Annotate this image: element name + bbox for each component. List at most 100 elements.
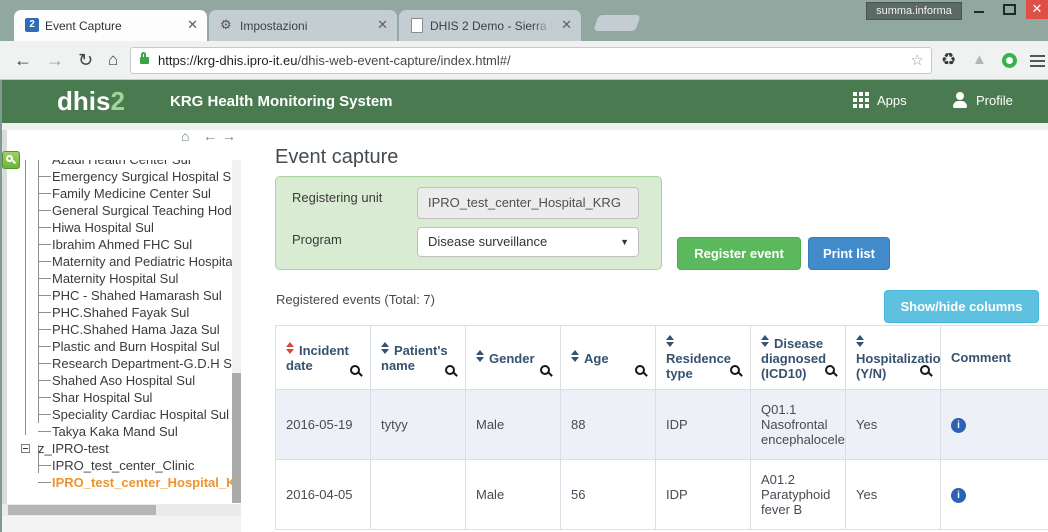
tab-impostazioni[interactable]: ⚙ Impostazioni ✕	[209, 10, 397, 41]
org-unit-tree-item[interactable]: PHC - Shahed Hamarash Sul	[8, 287, 232, 304]
cell-hospitalization-yn: Yes	[846, 390, 941, 460]
org-unit-tree-item[interactable]: Azadi Health Center Sul	[8, 160, 232, 168]
tab-dhis2-demo[interactable]: DHIS 2 Demo - Sierra Leo ✕	[399, 10, 581, 41]
tree-forward-icon[interactable]: →	[222, 128, 236, 144]
back-icon[interactable]: ←	[14, 49, 32, 71]
tab-label: Impostazioni	[240, 19, 370, 33]
page-icon	[411, 18, 423, 33]
info-icon[interactable]	[951, 418, 966, 433]
apps-menu[interactable]: Apps	[853, 92, 907, 108]
column-header-age[interactable]: Age	[561, 326, 656, 390]
sort-icon[interactable]	[476, 350, 484, 362]
window-close-button[interactable]: ✕	[1026, 0, 1048, 19]
tab-close-icon[interactable]: ✕	[377, 18, 388, 31]
org-unit-tree-item[interactable]: IPRO_test_center_Hospital_KRG	[8, 474, 232, 491]
column-search-icon[interactable]	[730, 365, 740, 375]
column-header-gender[interactable]: Gender	[466, 326, 561, 390]
table-row[interactable]: 2016-04-05Male56IDPA01.2 Paratyphoid fev…	[276, 460, 1048, 530]
column-search-icon[interactable]	[825, 365, 835, 375]
org-unit-tree-item[interactable]: PHC.Shahed Hama Jaza Sul	[8, 321, 232, 338]
column-header-hospitalization-yn[interactable]: Hospitalization (Y/N)	[846, 326, 941, 390]
tree-item-label: Hiwa Hospital Sul	[52, 220, 154, 235]
column-search-icon[interactable]	[635, 365, 645, 375]
tree-item-label: Maternity Hospital Sul	[52, 271, 178, 286]
sort-icon[interactable]	[761, 335, 769, 347]
org-unit-tree-item[interactable]: Maternity Hospital Sul	[8, 270, 232, 287]
print-list-button[interactable]: Print list	[808, 237, 890, 270]
extension-green-ring-icon[interactable]	[1002, 53, 1017, 68]
tab-close-icon[interactable]: ✕	[561, 18, 572, 31]
column-search-icon[interactable]	[445, 365, 455, 375]
org-unit-tree-item[interactable]: General Surgical Teaching Hodpi	[8, 202, 232, 219]
org-unit-tree-item[interactable]: Emergency Surgical Hospital Sul	[8, 168, 232, 185]
tree-item-label: Family Medicine Center Sul	[52, 186, 211, 201]
address-bar[interactable]: https://krg-dhis.ipro-it.eu/dhis-web-eve…	[130, 47, 932, 74]
program-select[interactable]: Disease surveillance ▼	[417, 227, 639, 257]
info-icon[interactable]	[951, 488, 966, 503]
tree-item-label: PHC.Shahed Fayak Sul	[52, 305, 189, 320]
org-unit-tree-item[interactable]: Shar Hospital Sul	[8, 389, 232, 406]
tree-home-icon[interactable]: ⌂	[181, 128, 189, 144]
browser-menu-icon[interactable]	[1030, 55, 1045, 57]
url-text[interactable]: https://krg-dhis.ipro-it.eu/dhis-web-eve…	[158, 53, 511, 68]
column-header-residence-type[interactable]: Residence type	[656, 326, 751, 390]
tab-event-capture[interactable]: 2 Event Capture ✕	[14, 10, 207, 41]
forward-icon[interactable]: →	[46, 49, 64, 71]
table-row[interactable]: 2016-05-19tytyyMale88IDPQ01.1 Nasofronta…	[276, 390, 1048, 460]
profile-menu[interactable]: Profile	[952, 92, 1013, 108]
dhis2-logo[interactable]: dhis2	[57, 86, 125, 117]
org-unit-tree-item[interactable]: Speciality Cardiac Hospital Sul	[8, 406, 232, 423]
refresh-icon[interactable]: ↻	[78, 49, 93, 71]
tree-collapse-icon[interactable]	[21, 444, 30, 453]
table-header-row: Incident date Patient's name Gender Age …	[276, 326, 1048, 390]
tree-back-icon[interactable]: ←	[203, 128, 217, 144]
bookmark-star-icon[interactable]: ☆	[911, 51, 924, 69]
register-event-button[interactable]: Register event	[677, 237, 801, 270]
column-label: Comment	[951, 350, 1011, 365]
org-unit-tree-item[interactable]: Hiwa Hospital Sul	[8, 219, 232, 236]
window-minimize-button[interactable]	[966, 0, 992, 19]
tree-item-label: PHC - Shahed Hamarash Sul	[52, 288, 222, 303]
new-tab-button[interactable]	[593, 15, 640, 31]
registering-unit-input[interactable]: IPRO_test_center_Hospital_KRG	[417, 187, 639, 219]
org-unit-tree-item[interactable]: Ibrahim Ahmed FHC Sul	[8, 236, 232, 253]
sort-icon[interactable]	[286, 342, 294, 354]
column-header-incident-date[interactable]: Incident date	[276, 326, 371, 390]
org-unit-tree-item[interactable]: z_IPRO-test	[8, 440, 232, 457]
org-unit-tree-item[interactable]: Takya Kaka Mand Sul	[8, 423, 232, 440]
cell-comment	[941, 460, 1048, 530]
sort-icon[interactable]	[571, 350, 579, 362]
org-unit-tree-item[interactable]: PHC.Shahed Fayak Sul	[8, 304, 232, 321]
home-icon[interactable]: ⌂	[108, 49, 118, 71]
org-unit-tree-item[interactable]: Plastic and Burn Hospital Sul	[8, 338, 232, 355]
sort-icon[interactable]	[666, 335, 674, 347]
column-search-icon[interactable]	[540, 365, 550, 375]
tree-item-label: Plastic and Burn Hospital Sul	[52, 339, 220, 354]
org-unit-tree-item[interactable]: Family Medicine Center Sul	[8, 185, 232, 202]
column-header-comment[interactable]: Comment	[941, 326, 1048, 390]
column-header-disease-diagnosed-icd10[interactable]: Disease diagnosed (ICD10)	[751, 326, 846, 390]
sort-icon[interactable]	[381, 342, 389, 354]
window-titlebar: 2 Event Capture ✕ ⚙ Impostazioni ✕ DHIS …	[0, 0, 1048, 41]
column-search-icon[interactable]	[920, 365, 930, 375]
column-search-icon[interactable]	[350, 365, 360, 375]
apps-label: Apps	[877, 93, 907, 108]
tab-close-icon[interactable]: ✕	[187, 18, 198, 31]
org-unit-tree-item[interactable]: Shahed Aso Hospital Sul	[8, 372, 232, 389]
header-bottom-band	[0, 123, 1048, 130]
extension-drive-icon[interactable]: ▲	[972, 51, 987, 68]
chevron-down-icon: ▼	[620, 238, 629, 247]
window-maximize-button[interactable]	[996, 0, 1022, 19]
show-hide-columns-button[interactable]: Show/hide columns	[884, 290, 1039, 323]
column-header-patients-name[interactable]: Patient's name	[371, 326, 466, 390]
sort-icon[interactable]	[856, 335, 864, 347]
org-unit-tree-item[interactable]: IPRO_test_center_Clinic	[8, 457, 232, 474]
tree-vertical-scrollbar-thumb[interactable]	[232, 373, 241, 503]
extension-recycle-icon[interactable]: ♻	[941, 50, 956, 70]
app-header: dhis2 KRG Health Monitoring System Apps …	[0, 80, 1048, 123]
org-unit-tree-item[interactable]: Maternity and Pediatric Hospital F	[8, 253, 232, 270]
cell-comment	[941, 390, 1048, 460]
tree-horizontal-scrollbar-thumb[interactable]	[8, 505, 156, 515]
program-label: Program	[292, 232, 342, 247]
org-unit-tree-item[interactable]: Research Department-G.D.H Sul	[8, 355, 232, 372]
